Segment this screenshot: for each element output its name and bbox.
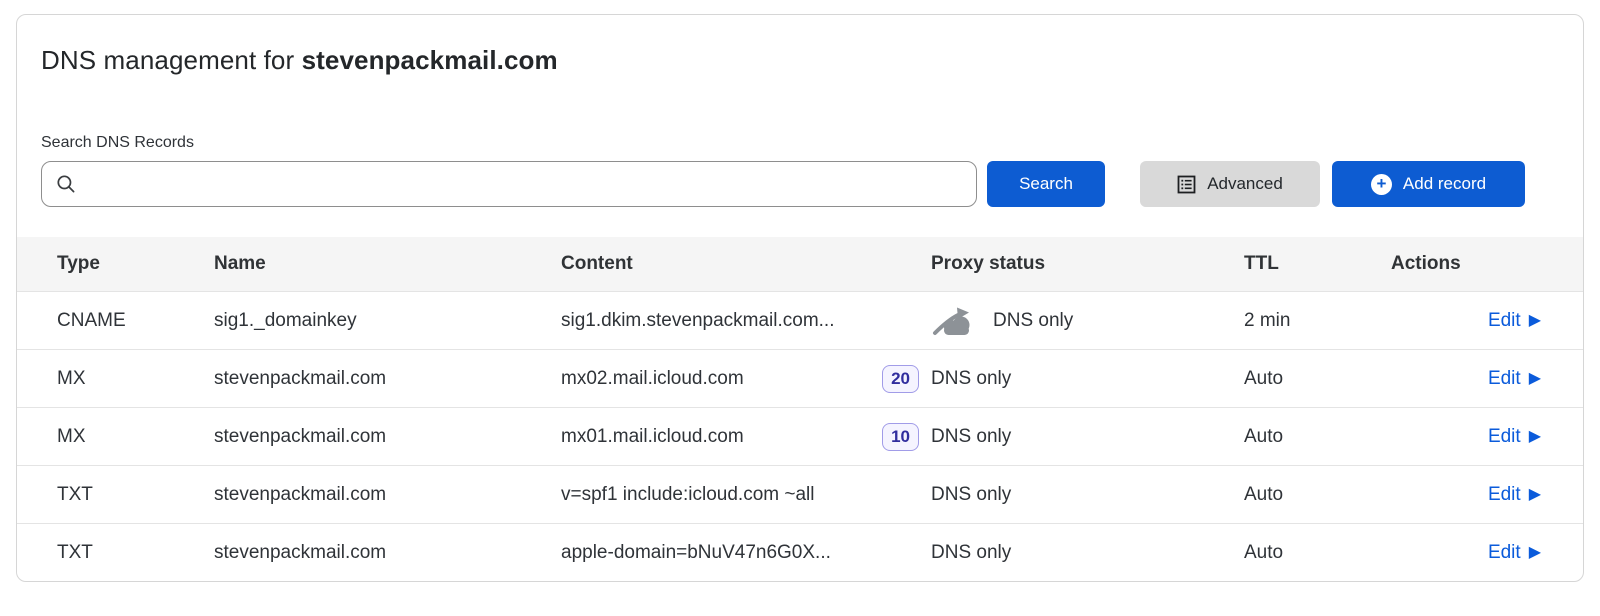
header-ttl: TTL	[1244, 253, 1391, 275]
record-name: sig1._domainkey	[214, 310, 561, 332]
search-button[interactable]: Search	[987, 161, 1105, 207]
record-actions: Edit ▶	[1391, 310, 1583, 332]
record-ttl: Auto	[1244, 368, 1391, 390]
dns-only-cloud-icon	[931, 306, 977, 336]
record-ttl: 2 min	[1244, 310, 1391, 332]
record-ttl: Auto	[1244, 542, 1391, 564]
record-content-text: apple-domain=bNuV47n6G0X...	[561, 542, 831, 564]
table-row: TXT stevenpackmail.com v=spf1 include:ic…	[17, 465, 1583, 523]
record-actions: Edit ▶	[1391, 426, 1583, 448]
edit-link-text: Edit	[1488, 484, 1521, 506]
record-content: mx01.mail.icloud.com 10	[561, 423, 931, 451]
record-content: apple-domain=bNuV47n6G0X...	[561, 542, 931, 564]
page-title-prefix: DNS management for	[41, 45, 302, 75]
record-actions: Edit ▶	[1391, 368, 1583, 390]
record-content: mx02.mail.icloud.com 20	[561, 365, 931, 393]
edit-link[interactable]: Edit ▶	[1488, 310, 1541, 332]
search-input[interactable]	[86, 173, 962, 195]
search-box[interactable]	[41, 161, 977, 207]
page-title: DNS management for stevenpackmail.com	[41, 45, 1525, 76]
edit-link-text: Edit	[1488, 368, 1521, 390]
record-type: MX	[17, 426, 214, 448]
add-record-button-label: Add record	[1403, 174, 1486, 194]
card-top-section: DNS management for stevenpackmail.com Se…	[17, 15, 1583, 207]
record-content-text: mx01.mail.icloud.com	[561, 426, 744, 448]
table-row: MX stevenpackmail.com mx01.mail.icloud.c…	[17, 407, 1583, 465]
record-proxy-status: DNS only	[931, 542, 1244, 564]
record-proxy-status: DNS only	[931, 484, 1244, 506]
table-row: CNAME sig1._domainkey sig1.dkim.stevenpa…	[17, 291, 1583, 349]
edit-link[interactable]: Edit ▶	[1488, 484, 1541, 506]
advanced-button-label: Advanced	[1207, 174, 1283, 194]
table-body: CNAME sig1._domainkey sig1.dkim.stevenpa…	[17, 291, 1583, 581]
record-name: stevenpackmail.com	[214, 426, 561, 448]
proxy-status-text: DNS only	[931, 484, 1011, 506]
edit-link-text: Edit	[1488, 542, 1521, 564]
search-label: Search DNS Records	[41, 134, 1525, 152]
edit-link[interactable]: Edit ▶	[1488, 368, 1541, 390]
priority-badge: 20	[882, 365, 919, 393]
edit-arrow-icon: ▶	[1529, 487, 1541, 503]
header-proxy-status: Proxy status	[931, 253, 1244, 275]
proxy-status-text: DNS only	[931, 368, 1011, 390]
table-row: MX stevenpackmail.com mx02.mail.icloud.c…	[17, 349, 1583, 407]
edit-link[interactable]: Edit ▶	[1488, 542, 1541, 564]
dns-management-card: DNS management for stevenpackmail.com Se…	[16, 14, 1584, 582]
advanced-button[interactable]: Advanced	[1140, 161, 1320, 207]
edit-link-text: Edit	[1488, 426, 1521, 448]
record-proxy-status: DNS only	[931, 306, 1244, 336]
table-row: TXT stevenpackmail.com apple-domain=bNuV…	[17, 523, 1583, 581]
header-name: Name	[214, 253, 561, 275]
record-content: sig1.dkim.stevenpackmail.com...	[561, 310, 931, 332]
record-type: TXT	[17, 542, 214, 564]
record-name: stevenpackmail.com	[214, 542, 561, 564]
edit-arrow-icon: ▶	[1529, 545, 1541, 561]
record-name: stevenpackmail.com	[214, 368, 561, 390]
dns-records-table: Type Name Content Proxy status TTL Actio…	[17, 237, 1583, 581]
record-actions: Edit ▶	[1391, 484, 1583, 506]
record-type: CNAME	[17, 310, 214, 332]
record-type: MX	[17, 368, 214, 390]
record-name: stevenpackmail.com	[214, 484, 561, 506]
header-content: Content	[561, 253, 931, 275]
edit-link[interactable]: Edit ▶	[1488, 426, 1541, 448]
record-content-text: v=spf1 include:icloud.com ~all	[561, 484, 814, 506]
search-icon	[56, 174, 76, 194]
record-content-text: mx02.mail.icloud.com	[561, 368, 744, 390]
record-ttl: Auto	[1244, 484, 1391, 506]
record-proxy-status: DNS only	[931, 368, 1244, 390]
priority-badge: 10	[882, 423, 919, 451]
page-title-domain: stevenpackmail.com	[302, 45, 558, 75]
advanced-list-icon	[1177, 175, 1196, 194]
plus-circle-icon: +	[1371, 174, 1392, 195]
add-record-button[interactable]: + Add record	[1332, 161, 1525, 207]
header-actions: Actions	[1391, 253, 1583, 275]
edit-link-text: Edit	[1488, 310, 1521, 332]
edit-arrow-icon: ▶	[1529, 371, 1541, 387]
record-type: TXT	[17, 484, 214, 506]
proxy-status-text: DNS only	[993, 310, 1073, 332]
edit-arrow-icon: ▶	[1529, 429, 1541, 445]
table-header-row: Type Name Content Proxy status TTL Actio…	[17, 237, 1583, 291]
record-content: v=spf1 include:icloud.com ~all	[561, 484, 931, 506]
header-type: Type	[17, 253, 214, 275]
search-toolbar: Search Advanced + Add	[41, 161, 1525, 207]
record-proxy-status: DNS only	[931, 426, 1244, 448]
edit-arrow-icon: ▶	[1529, 313, 1541, 329]
proxy-status-text: DNS only	[931, 426, 1011, 448]
proxy-status-text: DNS only	[931, 542, 1011, 564]
record-content-text: sig1.dkim.stevenpackmail.com...	[561, 310, 835, 332]
record-actions: Edit ▶	[1391, 542, 1583, 564]
record-ttl: Auto	[1244, 426, 1391, 448]
